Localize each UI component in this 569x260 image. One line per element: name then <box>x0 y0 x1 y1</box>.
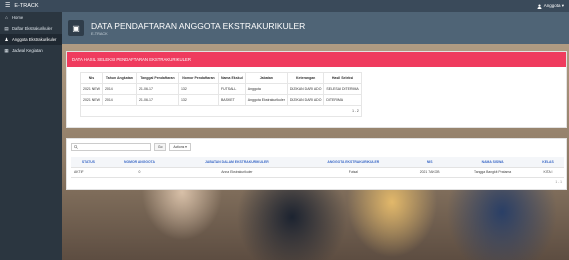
table-cell: KITA I <box>532 167 564 178</box>
sidebar-item-label: Daftar Ekstrakurikuler <box>12 26 53 31</box>
table-header-row: Nis Tahun Angkatan Tanggal Pendaftaran N… <box>80 72 362 84</box>
table-cell: Anggota <box>244 83 288 95</box>
column-header-jabatan[interactable]: JABATAN DALAM EKSTRAKURIKULER <box>173 157 301 168</box>
table-cell: DIZIKAN DARI ADO <box>286 83 325 95</box>
table-cell: Futsal <box>300 167 407 178</box>
table-cell: 2021 NEW <box>80 94 103 106</box>
actions-menu-button[interactable]: Actions ▾ <box>169 142 191 151</box>
menu-toggle-icon[interactable]: ☰ <box>5 3 10 9</box>
column-header: Jabatan <box>244 72 288 84</box>
sidebar-item-anggota-ekstrakurikuler[interactable]: ♟ Anggota Ekstrakurikuler <box>0 34 62 45</box>
table-header-row: STATUS NOMOR ANGGOTA JABATAN DALAM EKSTR… <box>71 157 564 168</box>
table-cell: 132 <box>177 83 219 95</box>
column-header-kelas[interactable]: KELAS <box>532 157 564 168</box>
table-row: 2021 NEW 2014 21-06-17 132 FUTSALL Anggo… <box>80 83 362 95</box>
table-cell: Tangga Bangkit Pratama <box>453 167 532 178</box>
brand: ☰ E-TRACK <box>5 3 39 9</box>
table-cell: 132 <box>177 94 219 106</box>
app-name[interactable]: E-TRACK <box>14 3 38 9</box>
column-header-nomor-anggota[interactable]: NOMOR ANGGOTA <box>105 157 174 168</box>
user-icon <box>537 4 542 9</box>
table-cell: 0 <box>105 167 174 178</box>
panel-title: DATA HASIL SELEKSI PENDAFTARAN EKSTRAKUR… <box>67 52 566 67</box>
user-menu[interactable]: Anggota ▾ <box>537 3 564 9</box>
table-cell: DITERIMA <box>323 94 362 106</box>
column-header-nis[interactable]: NIS <box>406 157 454 168</box>
sidebar-item-jadwal-kegiatan[interactable]: ▦ Jadwal Kegiatan <box>0 45 62 56</box>
column-header: Nomor Pendaftaran <box>177 72 219 84</box>
page-subtitle: E-TRACK <box>91 31 108 36</box>
table-row: AKTIF 0 Anna Ekstrakurikuler Futsal 2021… <box>71 167 564 178</box>
table-cell: BASKET <box>217 94 246 106</box>
pagination-info: 1 - 1 <box>555 180 562 184</box>
sidebar: ⌂ Home ▤ Daftar Ekstrakurikuler ♟ Anggot… <box>0 12 62 260</box>
sidebar-item-label: Jadwal Kegiatan <box>12 48 43 53</box>
table-cell: Anggota Ekstrakurikuler <box>244 94 288 106</box>
column-header: Keterangan <box>286 72 325 84</box>
table-cell: FUTSALL <box>217 83 246 95</box>
home-icon: ⌂ <box>5 15 8 20</box>
column-header: Tahun Angkatan <box>101 72 137 84</box>
main-content: ▣ DATA PENDAFTARAN ANGGOTA EKSTRAKURIKUL… <box>62 12 569 260</box>
calendar-icon: ▦ <box>4 47 9 53</box>
column-header-nama-siswa[interactable]: NAMA SISWA <box>453 157 532 168</box>
members-report-panel: Go Actions ▾ STATUS NOMOR ANGGOTA JABATA… <box>66 138 567 190</box>
column-header: Hasil Seleksi <box>323 72 362 84</box>
table-cell: 2014 <box>101 83 137 95</box>
column-header-anggota-ekstrakurikuler[interactable]: ANGGOTA EKSTRAKURIKULER <box>300 157 407 168</box>
column-header-status[interactable]: STATUS <box>71 157 106 168</box>
selection-results-table: Nis Tahun Angkatan Tanggal Pendaftaran N… <box>80 72 362 117</box>
list-icon: ▤ <box>4 25 9 31</box>
pagination-info: 1 - 2 <box>80 105 362 117</box>
table-cell: AKTIF <box>71 167 106 178</box>
sidebar-item-label: Home <box>12 15 24 20</box>
column-header: Tanggal Pendaftaran <box>135 72 179 84</box>
table-cell: Anna Ekstrakurikuler <box>173 167 301 178</box>
table-cell: 2021 NEW <box>80 83 103 95</box>
user-name: Anggota ▾ <box>543 3 564 8</box>
sidebar-item-daftar-ekstrakurikuler[interactable]: ▤ Daftar Ekstrakurikuler <box>0 23 62 34</box>
report-toolbar: Go Actions ▾ <box>71 142 191 151</box>
page-title: DATA PENDAFTARAN ANGGOTA EKSTRAKURIKULER <box>91 20 306 31</box>
search-icon <box>74 144 78 149</box>
page-header: ▣ DATA PENDAFTARAN ANGGOTA EKSTRAKURIKUL… <box>62 12 569 44</box>
column-header: Nis <box>80 72 103 84</box>
table-cell: 21-06-17 <box>135 94 179 106</box>
sidebar-item-home[interactable]: ⌂ Home <box>0 12 62 23</box>
pagination-row: 1 - 2 <box>80 105 362 117</box>
table-cell: DIZIKAN DARI ADO <box>286 94 325 106</box>
members-table: STATUS NOMOR ANGGOTA JABATAN DALAM EKSTR… <box>71 157 564 178</box>
top-navbar: ☰ E-TRACK Anggota ▾ <box>0 0 569 12</box>
table-cell: 2014 <box>101 94 137 106</box>
page-header-icon: ▣ <box>68 20 84 36</box>
search-input[interactable] <box>71 142 151 151</box>
selection-results-panel: DATA HASIL SELEKSI PENDAFTARAN EKSTRAKUR… <box>66 51 567 128</box>
table-cell: 21-06-17 <box>135 83 179 95</box>
go-button[interactable]: Go <box>154 142 167 151</box>
table-row: 2021 NEW 2014 21-06-17 132 BASKET Anggot… <box>80 94 362 106</box>
table-cell: 2021 7AKOB <box>406 167 454 178</box>
sidebar-item-label: Anggota Ekstrakurikuler <box>12 37 57 42</box>
column-header: Nama Ekskul <box>217 72 246 84</box>
user-icon: ♟ <box>4 36 9 42</box>
table-cell: SELESAI DITERIMA <box>323 83 362 95</box>
